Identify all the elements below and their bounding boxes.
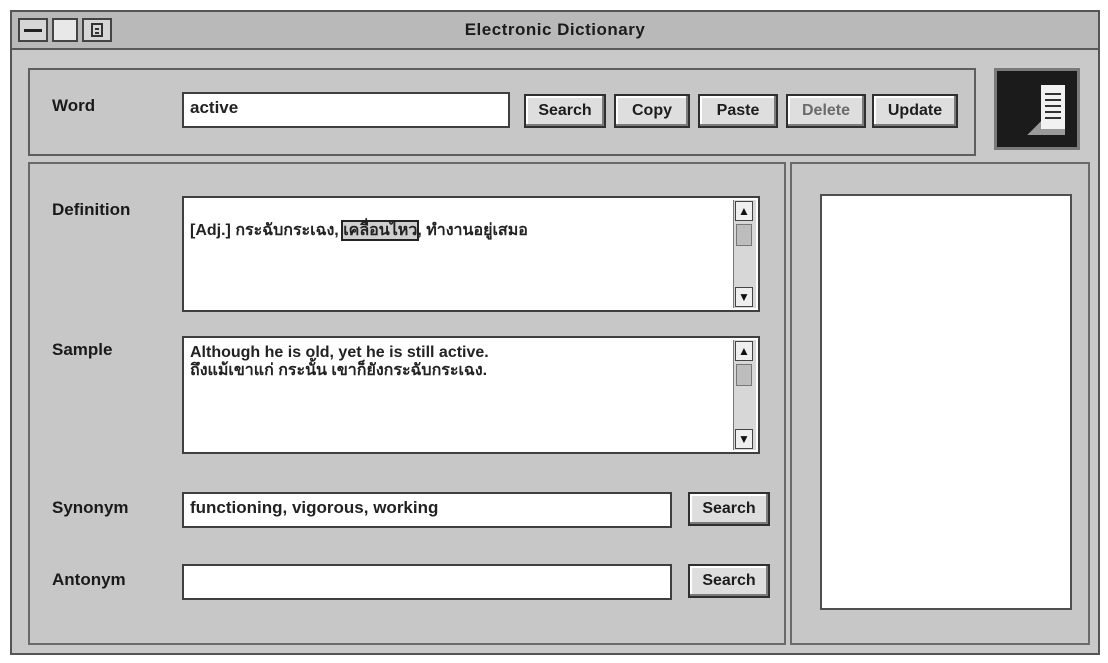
sample-text: Although he is old, yet he is still acti… (190, 344, 489, 379)
definition-suffix: , ทำงานอยู่เสมอ (417, 222, 528, 239)
dictionary-app-icon (994, 68, 1080, 150)
preview-panel (790, 162, 1090, 645)
definition-field[interactable]: [Adj.] กระฉับกระเฉง, เคลื่อนไหว, ทำงานอย… (182, 196, 760, 312)
definition-label: Definition (52, 200, 131, 219)
synonym-search-button[interactable]: Search (688, 492, 770, 526)
title-bar[interactable]: Electronic Dictionary (12, 12, 1098, 50)
dictionary-window: Electronic Dictionary Word active Search… (10, 10, 1100, 655)
preview-box[interactable] (820, 194, 1072, 610)
entry-panel: Definition [Adj.] กระฉับกระเฉง, เคลื่อนไ… (28, 162, 786, 645)
copy-button[interactable]: Copy (614, 94, 690, 128)
synonym-label: Synonym (52, 498, 129, 517)
definition-text: [Adj.] กระฉับกระเฉง, เคลื่อนไหว, ทำงานอย… (190, 204, 728, 241)
scroll-up-icon[interactable]: ▲ (735, 201, 753, 221)
word-input[interactable]: active (182, 92, 510, 128)
word-panel: Word active Search Copy Paste Delete Upd… (28, 68, 976, 156)
antonym-input[interactable] (182, 564, 672, 600)
paste-button[interactable]: Paste (698, 94, 778, 128)
scroll-down-icon[interactable]: ▼ (735, 287, 753, 307)
word-label: Word (52, 96, 96, 115)
scroll-down-icon[interactable]: ▼ (735, 429, 753, 449)
definition-prefix: [Adj.] กระฉับกระเฉง, (190, 222, 344, 239)
antonym-label: Antonym (52, 570, 126, 589)
antonym-search-button[interactable]: Search (688, 564, 770, 598)
scroll-thumb[interactable] (736, 364, 752, 386)
search-button[interactable]: Search (524, 94, 606, 128)
scroll-up-icon[interactable]: ▲ (735, 341, 753, 361)
scroll-thumb[interactable] (736, 224, 752, 246)
delete-button[interactable]: Delete (786, 94, 866, 128)
synonym-input[interactable]: functioning, vigorous, working (182, 492, 672, 528)
update-button[interactable]: Update (872, 94, 958, 128)
definition-highlight: เคลื่อนไหว (341, 220, 420, 241)
sample-scrollbar[interactable]: ▲ ▼ (733, 340, 756, 450)
definition-scrollbar[interactable]: ▲ ▼ (733, 200, 756, 308)
window-title: Electronic Dictionary (464, 20, 646, 39)
sample-label: Sample (52, 340, 113, 359)
sample-field[interactable]: Although he is old, yet he is still acti… (182, 336, 760, 454)
